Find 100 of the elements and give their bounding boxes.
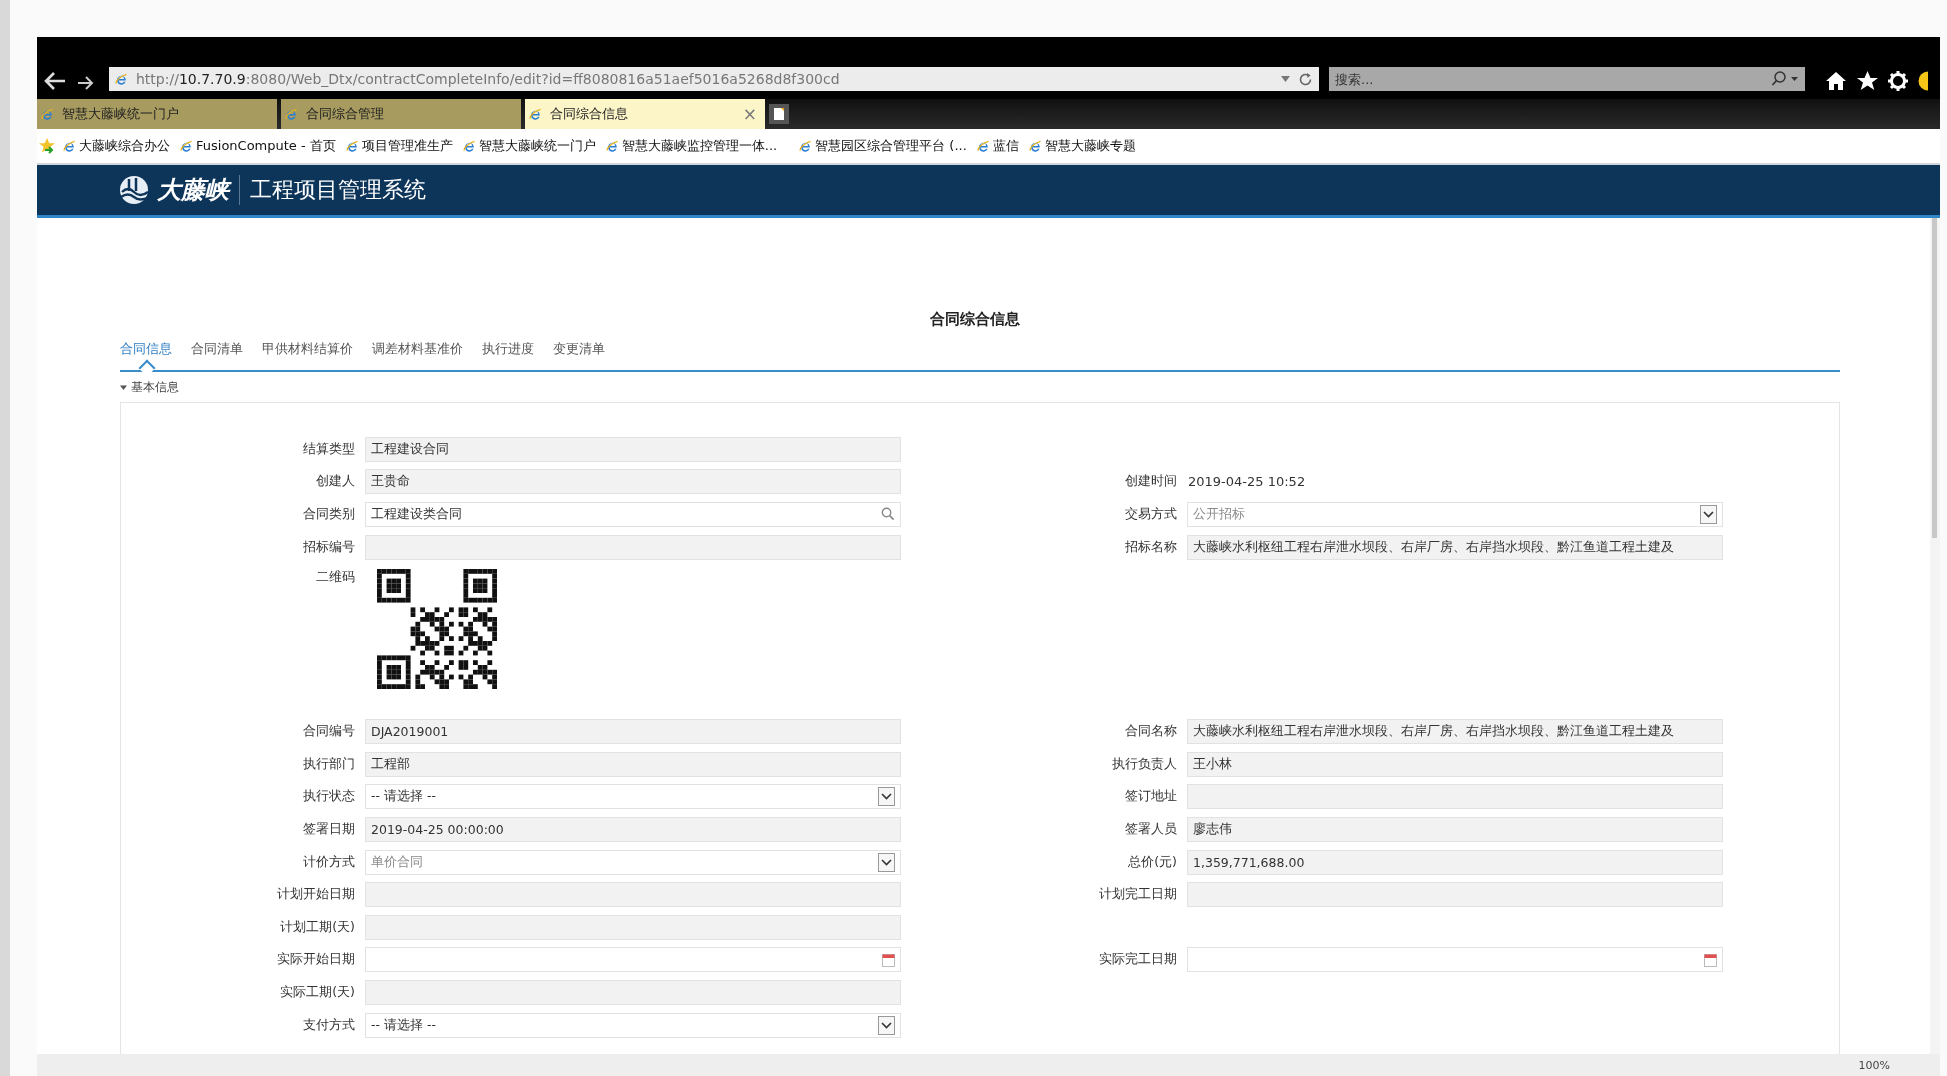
bookmark-link[interactable]: 智慧大藤峡统一门户 (462, 137, 596, 155)
close-tab-button[interactable]: × (742, 104, 757, 124)
ie-icon (462, 139, 476, 153)
ie-icon (180, 139, 193, 153)
readonly-field[interactable]: 廖志伟 (1187, 816, 1723, 842)
expand-caret-icon[interactable] (120, 384, 127, 391)
tab[interactable]: 执行进度 (482, 341, 534, 370)
ie-icon (1028, 139, 1042, 153)
bookmark-link[interactable]: 蓝信 (976, 137, 1019, 155)
ie-icon (63, 139, 76, 153)
readonly-field[interactable] (365, 914, 901, 940)
field-label: 计划开始日期 (277, 886, 356, 904)
readonly-field[interactable]: 王小林 (1187, 751, 1723, 777)
readonly-field[interactable]: 大藤峡水利枢纽工程右岸泄水坝段、右岸厂房、右岸挡水坝段、黔江鱼道工程土建及 (1187, 719, 1723, 745)
address-bar[interactable]: http://10.7.70.9:8080/Web_Dtx/contractCompleteInfo/edit?id=ff8080816a51aef5016a5268d8f300cd (109, 67, 1319, 91)
field-label: 结算类型 (303, 440, 356, 458)
zoom-level[interactable]: 100% (1858, 1058, 1890, 1072)
ie-icon (345, 139, 359, 153)
field-label: 创建时间 (1125, 473, 1178, 491)
ie-icon (41, 107, 54, 121)
favorites-star-icon[interactable] (39, 138, 55, 154)
field-label: 合同类别 (303, 506, 356, 523)
readonly-field[interactable]: 王贵命 (365, 469, 901, 495)
caret-icon[interactable] (878, 1015, 895, 1035)
search-icon[interactable] (1771, 71, 1799, 87)
field-label: 实际完工日期 (1099, 951, 1178, 969)
bookmark-link[interactable]: 智慧园区综合管理平台 (... (799, 137, 967, 155)
dropdown-icon[interactable] (1281, 76, 1290, 82)
calendar-icon[interactable] (882, 952, 895, 967)
ie-icon (285, 107, 298, 121)
field-label: 计划工期(天) (280, 918, 356, 936)
field-label: 执行负责人 (1112, 755, 1178, 773)
date-field[interactable] (1187, 947, 1723, 973)
field-label: 合同名称 (1125, 723, 1178, 741)
bookmark-link[interactable]: 大藤峡综合办公 (63, 137, 170, 155)
settings-icon[interactable] (1888, 71, 1908, 91)
bookmark-link[interactable]: 项目管理准生产 (345, 137, 453, 155)
new-tab-icon[interactable] (769, 104, 789, 124)
field-label: 二维码 (316, 569, 356, 587)
readonly-field[interactable] (1187, 784, 1723, 810)
readonly-field[interactable] (1187, 882, 1723, 908)
field-label: 签署人员 (1125, 820, 1178, 838)
field-label: 支付方式 (303, 1016, 356, 1034)
field-label: 招标名称 (1125, 538, 1178, 556)
select-field[interactable]: -- 请选择 -- (365, 1012, 901, 1038)
ie-icon (976, 139, 990, 153)
section-toggle[interactable]: 基本信息 (120, 379, 179, 396)
readonly-field[interactable] (365, 534, 901, 560)
readonly-field[interactable] (365, 979, 901, 1005)
field-label: 执行部门 (303, 755, 356, 773)
field-label: 交易方式 (1125, 506, 1178, 523)
tab[interactable]: 甲供材料结算价 (262, 341, 353, 370)
tab[interactable]: 变更清单 (553, 341, 605, 370)
calendar-icon[interactable] (1704, 952, 1717, 967)
home-icon[interactable] (1825, 71, 1847, 91)
field-label: 总价(元) (1128, 853, 1178, 871)
readonly-field[interactable]: 大藤峡水利枢纽工程右岸泄水坝段、右岸厂房、右岸挡水坝段、黔江鱼道工程土建及 (1187, 534, 1723, 560)
page-title: 合同综合信息 (929, 310, 1021, 329)
back-icon[interactable] (43, 71, 67, 91)
select-field[interactable]: -- 请选择 -- (365, 784, 901, 810)
browser-tab[interactable]: 合同综合信息 × (525, 99, 765, 129)
refresh-icon[interactable] (1298, 71, 1313, 87)
field-label: 实际工期(天) (280, 983, 356, 1001)
search-icon[interactable] (881, 507, 895, 522)
bookmark-link[interactable]: 智慧大藤峡专题 (1028, 137, 1136, 155)
date-field[interactable] (365, 947, 901, 973)
scrollbar[interactable] (1930, 218, 1940, 1054)
readonly-field[interactable]: 2019-04-25 00:00:00 (365, 816, 901, 842)
field-label: 执行状态 (303, 788, 356, 806)
ie-icon (605, 139, 619, 153)
tab[interactable]: 合同信息 (120, 341, 172, 370)
bookmark-link[interactable]: 智慧大藤峡监控管理一体... (605, 137, 778, 155)
field-label: 签订地址 (1125, 788, 1178, 806)
field-label: 招标编号 (303, 538, 356, 556)
field-label: 合同编号 (303, 723, 356, 741)
ie-icon (115, 72, 128, 86)
readonly-field[interactable] (365, 882, 901, 908)
tab[interactable]: 调差材料基准价 (372, 341, 463, 370)
readonly-field[interactable]: 工程建设合同 (365, 436, 901, 462)
lookup-field[interactable]: 工程建设类合同 (365, 502, 901, 527)
readonly-field[interactable]: 工程部 (365, 751, 901, 777)
field-label: 创建人 (316, 473, 356, 491)
forward-icon[interactable] (77, 75, 95, 91)
ie-icon (529, 107, 542, 121)
caret-icon[interactable] (878, 787, 895, 807)
readonly-field[interactable]: 1,359,771,688.00 (1187, 849, 1723, 875)
browser-tab[interactable]: 智慧大藤峡统一门户 (37, 99, 277, 129)
search-field[interactable]: 搜索... (1329, 67, 1805, 91)
tab[interactable]: 合同清单 (191, 341, 243, 370)
field-label: 计划完工日期 (1099, 886, 1178, 904)
bookmark-link[interactable]: FusionCompute - 首页 (180, 137, 336, 155)
ie-icon (799, 139, 813, 153)
app-title: 工程项目管理系统 (250, 176, 426, 204)
field-label: 计价方式 (303, 853, 356, 871)
field-label: 签署日期 (303, 820, 356, 838)
browser-tab[interactable]: 合同综合管理 (281, 99, 521, 129)
field-value: 2019-04-25 10:52 (1187, 474, 1306, 490)
star-icon[interactable] (1857, 71, 1878, 91)
readonly-field[interactable]: DJA2019001 (365, 719, 901, 745)
field-label: 实际开始日期 (277, 951, 356, 969)
